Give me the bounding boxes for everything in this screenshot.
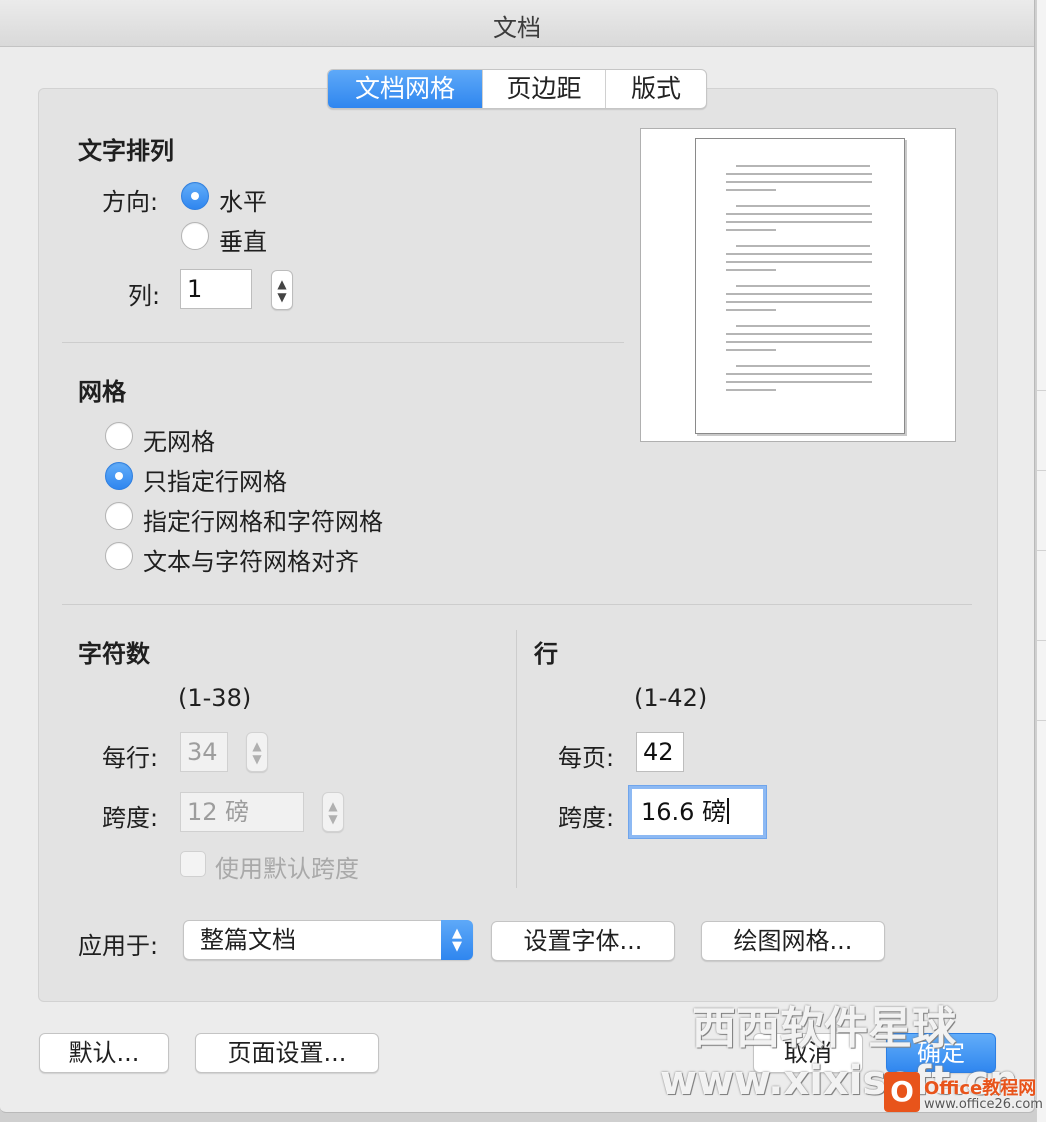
- stepper-down-icon[interactable]: ▼: [272, 291, 292, 303]
- page-setup-button[interactable]: 页面设置...: [195, 1033, 379, 1073]
- preview-text-line: [726, 309, 776, 311]
- preview-text-line: [726, 261, 872, 263]
- lines-title: 行: [534, 640, 558, 668]
- preview-text-line: [726, 189, 776, 191]
- divider: [62, 342, 624, 343]
- set-font-button[interactable]: 设置字体...: [491, 921, 675, 961]
- radio-horizontal[interactable]: [181, 182, 209, 210]
- characters-pitch-field[interactable]: 12 磅: [180, 792, 304, 832]
- preview-text-line: [736, 205, 870, 207]
- preview-text-line: [736, 325, 870, 327]
- office-logo-icon: O: [884, 1072, 920, 1112]
- stepper-down-icon[interactable]: ▼: [247, 753, 267, 765]
- characters-per-line-label: 每行:: [102, 744, 159, 772]
- direction-label: 方向:: [102, 188, 159, 216]
- preview-text-line: [726, 373, 872, 375]
- vertical-label: 垂直: [219, 228, 267, 256]
- stepper-up-icon[interactable]: ▲: [323, 800, 343, 812]
- characters-title: 字符数: [78, 640, 150, 668]
- use-default-pitch-checkbox[interactable]: [180, 851, 206, 877]
- columns-field[interactable]: 1: [180, 269, 252, 309]
- preview-text-line: [736, 285, 870, 287]
- preview-text-line: [726, 381, 872, 383]
- radio-snap-to-char-grid[interactable]: [105, 542, 133, 570]
- grid-title: 网格: [78, 378, 126, 406]
- columns-stepper[interactable]: ▲ ▼: [271, 270, 293, 310]
- radio-line-grid-only[interactable]: [105, 462, 133, 490]
- line-grid-only-label: 只指定行网格: [143, 468, 287, 496]
- apply-to-select[interactable]: 整篇文档 ▲ ▼: [183, 920, 473, 960]
- preview-text-line: [726, 173, 872, 175]
- text-flow-title: 文字排列: [78, 137, 174, 165]
- preview-text-line: [726, 269, 776, 271]
- preview-page: [695, 138, 905, 434]
- divider: [62, 604, 972, 605]
- popup-arrows-icon: ▲ ▼: [441, 920, 473, 960]
- drawing-grid-button[interactable]: 绘图网格...: [701, 921, 885, 961]
- lines-pitch-field[interactable]: 16.6 磅: [629, 786, 766, 838]
- snap-to-char-grid-label: 文本与字符网格对齐: [143, 548, 359, 576]
- lines-pitch-label: 跨度:: [558, 804, 615, 832]
- preview-text-line: [726, 293, 872, 295]
- preview-text-line: [726, 229, 776, 231]
- no-grid-label: 无网格: [143, 428, 215, 456]
- text-caret: [727, 798, 730, 824]
- tab-bar: 文档网格 页边距 版式: [327, 69, 707, 109]
- radio-line-and-char-grid[interactable]: [105, 502, 133, 530]
- preview-text-line: [726, 221, 872, 223]
- apply-to-label: 应用于:: [78, 932, 159, 960]
- tab-margins[interactable]: 页边距: [483, 70, 606, 108]
- preview-text-line: [726, 301, 872, 303]
- preview-text-line: [736, 365, 870, 367]
- watermark-office-url: www.office26.com: [924, 1097, 1043, 1112]
- title-bar: 文档: [0, 0, 1034, 47]
- preview-text-line: [726, 389, 776, 391]
- preview-text-line: [726, 333, 872, 335]
- radio-no-grid[interactable]: [105, 422, 133, 450]
- characters-pitch-stepper[interactable]: ▲ ▼: [322, 792, 344, 832]
- preview-text-line: [726, 341, 872, 343]
- watermark-site-cn: 西西软件星球: [692, 1003, 956, 1054]
- default-button[interactable]: 默认...: [39, 1033, 169, 1073]
- lines-range: (1-42): [634, 684, 708, 712]
- columns-label: 列:: [128, 282, 161, 310]
- characters-per-line-stepper[interactable]: ▲ ▼: [246, 732, 268, 772]
- tab-layout[interactable]: 版式: [606, 70, 706, 108]
- preview-text-line: [726, 213, 872, 215]
- characters-per-line-field[interactable]: 34: [180, 732, 228, 772]
- radio-vertical[interactable]: [181, 222, 209, 250]
- preview-text-line: [736, 245, 870, 247]
- preview-text-line: [726, 181, 872, 183]
- tab-document-grid[interactable]: 文档网格: [328, 70, 483, 108]
- stepper-down-icon[interactable]: ▼: [323, 813, 343, 825]
- stepper-up-icon[interactable]: ▲: [272, 278, 292, 290]
- lines-per-page-field[interactable]: 42: [636, 732, 684, 772]
- characters-pitch-label: 跨度:: [102, 804, 159, 832]
- preview-text-line: [726, 349, 776, 351]
- preview-text-line: [736, 165, 870, 167]
- use-default-pitch-label: 使用默认跨度: [215, 855, 359, 883]
- vertical-divider: [516, 630, 517, 888]
- lines-per-page-label: 每页:: [558, 744, 615, 772]
- characters-range: (1-38): [178, 684, 252, 712]
- preview-text-line: [726, 253, 872, 255]
- line-and-char-grid-label: 指定行网格和字符网格: [143, 508, 383, 536]
- window-title: 文档: [493, 14, 541, 42]
- horizontal-label: 水平: [219, 188, 267, 216]
- stepper-up-icon[interactable]: ▲: [247, 740, 267, 752]
- document-dialog: 文档 文档网格 页边距 版式 文字排列 方向: 水平 垂直 列: 1 ▲ ▼ 网…: [0, 0, 1035, 1113]
- apply-to-value: 整篇文档: [200, 926, 296, 954]
- page-preview: [640, 128, 956, 442]
- background-window-strip: [1036, 0, 1046, 1122]
